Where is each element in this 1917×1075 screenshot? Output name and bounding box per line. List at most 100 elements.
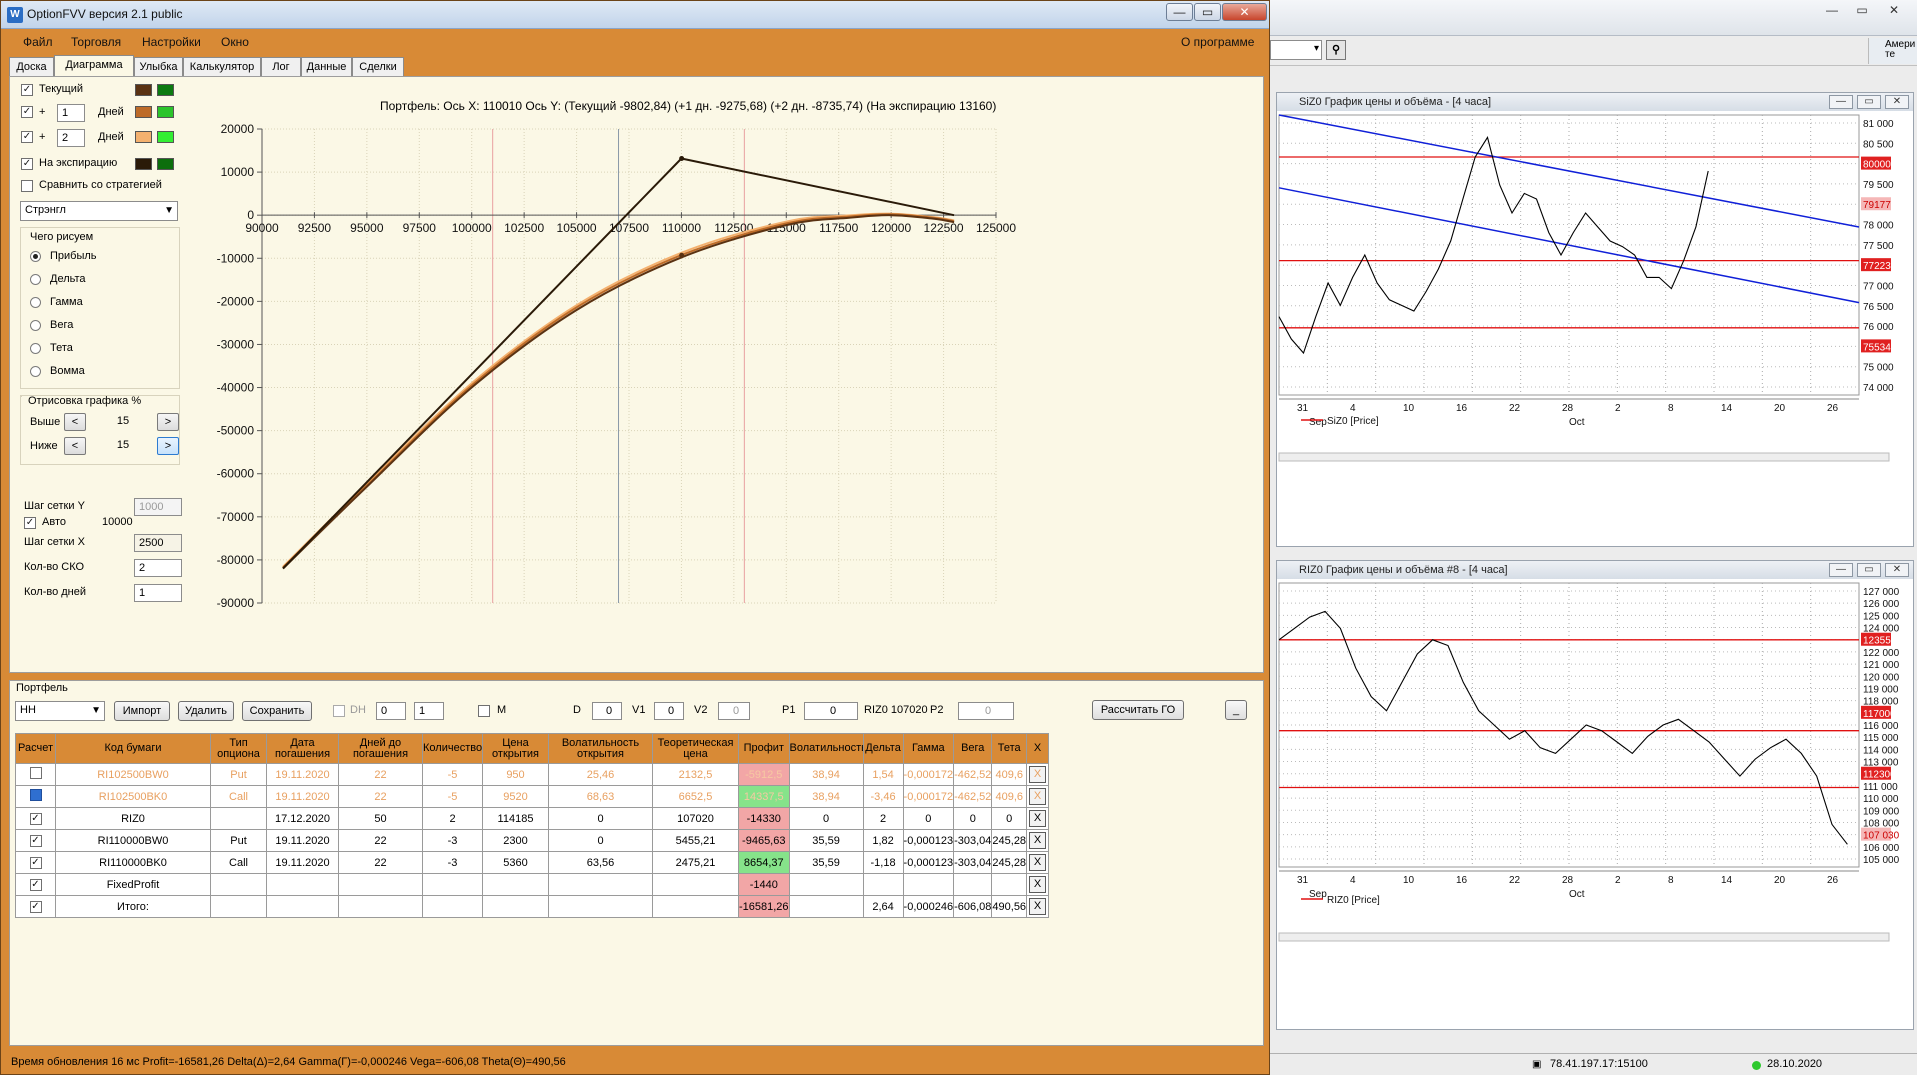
compare-strategy-checkbox[interactable] xyxy=(21,180,33,192)
table-row[interactable]: ✓ RIZ0 17.12.2020 50 2 114185 0 107020 -14330 0 2 0… xyxy=(15,807,1050,830)
cell-calc[interactable]: ✓ xyxy=(15,895,56,918)
radio-theta[interactable] xyxy=(30,343,41,354)
terminal-close-button[interactable]: ✕ xyxy=(1882,3,1906,17)
chart-maximize-button[interactable]: ▭ xyxy=(1857,563,1881,577)
below-increase-button[interactable]: > xyxy=(157,437,179,455)
siz0-price-chart[interactable]: 81 000 80 500 80000 79 500 79177 78 000 77 500… xyxy=(1277,111,1913,546)
search-icon[interactable]: ⚲ xyxy=(1326,40,1346,60)
portfolio-select[interactable]: HH ▼ xyxy=(15,701,105,721)
row-calc-checkbox[interactable]: ✓ xyxy=(29,879,42,891)
tab-log[interactable]: Лог xyxy=(261,57,301,77)
row-delete-button[interactable]: X xyxy=(1029,832,1047,849)
series-expiry-color[interactable] xyxy=(135,158,152,170)
days-count-input[interactable]: 1 xyxy=(134,584,182,602)
series-plus1-days-input[interactable]: 1 xyxy=(57,104,85,122)
series-plus2-color-alt[interactable] xyxy=(157,131,174,143)
terminal-minimize-button[interactable]: — xyxy=(1820,3,1844,17)
series-plus2-checkbox[interactable]: ✓ xyxy=(21,131,33,143)
siz0-chart-window[interactable]: SiZ0 График цены и объёма - [4 часа] — ▭… xyxy=(1276,92,1914,547)
radio-vega[interactable] xyxy=(30,320,41,331)
riz0-price-chart[interactable]: 127 000126 000125 000124 000123550122 00… xyxy=(1277,579,1913,1029)
delete-button[interactable]: Удалить xyxy=(178,701,234,721)
chart-close-button[interactable]: ✕ xyxy=(1885,563,1909,577)
chart-close-button[interactable]: ✕ xyxy=(1885,95,1909,109)
chart-maximize-button[interactable]: ▭ xyxy=(1857,95,1881,109)
maximize-button[interactable]: ▭ xyxy=(1194,3,1221,21)
cell-calc[interactable]: ✓ xyxy=(15,873,56,896)
table-row[interactable]: ✓ Итого: -16581,26 2,64 -0,000246 -606,08 490,… xyxy=(15,895,1050,918)
strategy-select[interactable]: Стрэнгл ▼ xyxy=(20,201,178,221)
column-header[interactable]: Расчет xyxy=(15,733,56,764)
cell-calc[interactable]: ✓ xyxy=(15,829,56,852)
column-header[interactable]: Вега xyxy=(953,733,993,764)
tab-data[interactable]: Данные xyxy=(301,57,352,77)
cell-x[interactable]: X xyxy=(1026,829,1050,852)
above-decrease-button[interactable]: < xyxy=(64,413,86,431)
menu-settings[interactable]: Настройки xyxy=(142,35,201,49)
row-calc-checkbox[interactable]: ✓ xyxy=(29,813,42,825)
row-delete-button[interactable]: X xyxy=(1029,876,1047,893)
below-decrease-button[interactable]: < xyxy=(64,437,86,455)
series-expiry-checkbox[interactable]: ✓ xyxy=(21,158,33,170)
chart-minimize-button[interactable]: — xyxy=(1829,563,1853,577)
radio-vomma[interactable] xyxy=(30,366,41,377)
column-header[interactable]: Тета xyxy=(991,733,1028,764)
radio-profit[interactable] xyxy=(30,251,41,262)
minimize-button[interactable]: — xyxy=(1166,3,1193,21)
radio-gamma[interactable] xyxy=(30,297,41,308)
row-calc-checkbox[interactable]: ✓ xyxy=(29,857,42,869)
tab-smile[interactable]: Улыбка xyxy=(134,57,183,77)
column-header[interactable]: Код бумаги xyxy=(55,733,211,764)
calc-go-button[interactable]: Рассчитать ГО xyxy=(1092,700,1184,720)
column-header[interactable]: Гамма xyxy=(902,733,955,764)
cell-x[interactable]: X xyxy=(1026,895,1050,918)
column-header[interactable]: Теоретическая цена xyxy=(652,733,739,764)
radio-delta[interactable] xyxy=(30,274,41,285)
terminal-maximize-button[interactable]: ▭ xyxy=(1850,3,1874,17)
import-button[interactable]: Импорт xyxy=(114,701,170,721)
row-delete-button[interactable]: X xyxy=(1029,810,1047,827)
series-current-color-alt[interactable] xyxy=(157,84,174,96)
row-calc-checkbox[interactable] xyxy=(29,767,42,779)
series-plus2-days-input[interactable]: 2 xyxy=(57,129,85,147)
column-header[interactable]: Цена открытия xyxy=(482,733,549,764)
below-value[interactable]: 15 xyxy=(92,437,150,455)
column-header[interactable]: X xyxy=(1026,733,1050,764)
series-current-checkbox[interactable]: ✓ xyxy=(21,84,33,96)
row-delete-button[interactable]: X xyxy=(1029,854,1047,871)
series-plus2-color[interactable] xyxy=(135,131,152,143)
close-button[interactable]: ✕ xyxy=(1222,3,1267,21)
tab-deals[interactable]: Сделки xyxy=(352,57,404,77)
p2-input[interactable]: 0 xyxy=(958,702,1014,720)
payoff-chart[interactable]: 20000100000-10000-20000-30000-40000-5000… xyxy=(210,115,1260,675)
series-expiry-color-alt[interactable] xyxy=(157,158,174,170)
column-header[interactable]: Дельта xyxy=(862,733,904,764)
above-value[interactable]: 15 xyxy=(92,413,150,431)
row-delete-button[interactable]: X xyxy=(1029,788,1047,805)
tab-calculator[interactable]: Калькулятор xyxy=(183,57,261,77)
table-row[interactable]: ✓ RI110000BK0 Call 19.11.2020 22 -3 5360 63,56 2… xyxy=(15,851,1050,874)
series-plus1-color-alt[interactable] xyxy=(157,106,174,118)
row-calc-checkbox[interactable]: ✓ xyxy=(29,835,42,847)
cell-calc[interactable] xyxy=(15,785,56,808)
chart-minimize-button[interactable]: — xyxy=(1829,95,1853,109)
grid-y-input[interactable]: 1000 xyxy=(134,498,182,516)
sko-input[interactable]: 2 xyxy=(134,559,182,577)
v2-input[interactable]: 0 xyxy=(718,702,750,720)
m-checkbox[interactable] xyxy=(478,705,490,717)
menu-trading[interactable]: Торговля xyxy=(71,35,121,49)
cell-calc[interactable] xyxy=(15,763,56,786)
above-increase-button[interactable]: > xyxy=(157,413,179,431)
panel-minimize-button[interactable]: _ xyxy=(1225,700,1247,720)
row-delete-button[interactable]: X xyxy=(1029,766,1047,783)
terminal-combo[interactable]: ▾ xyxy=(1270,40,1322,60)
tab-diagram[interactable]: Диаграмма xyxy=(54,55,134,77)
cell-x[interactable]: X xyxy=(1026,807,1050,830)
column-header[interactable]: Волатильность xyxy=(788,733,864,764)
column-header[interactable]: Профит xyxy=(738,733,790,764)
cell-x[interactable]: X xyxy=(1026,873,1050,896)
row-calc-checkbox[interactable] xyxy=(29,789,42,801)
table-row[interactable]: ✓ RI110000BW0 Put 19.11.2020 22 -3 2300 0 5455,2… xyxy=(15,829,1050,852)
save-button[interactable]: Сохранить xyxy=(242,701,312,721)
cell-calc[interactable]: ✓ xyxy=(15,807,56,830)
